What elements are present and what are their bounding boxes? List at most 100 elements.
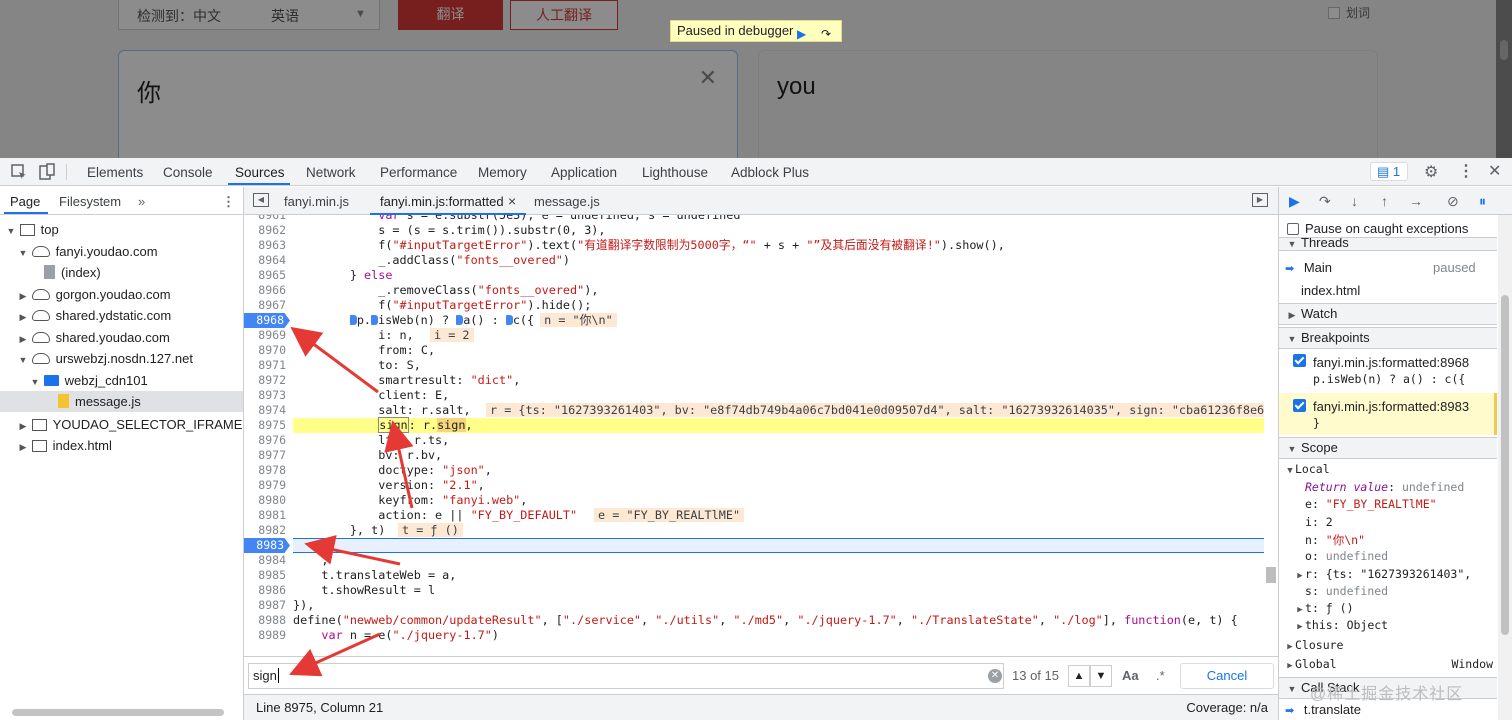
line-number[interactable]: 8980 bbox=[244, 493, 290, 508]
line-number[interactable]: 8962 bbox=[244, 223, 290, 238]
step-icon[interactable]: → bbox=[1409, 193, 1423, 209]
scope-local[interactable]: ▼ Local bbox=[1285, 462, 1329, 476]
tree-item-gorgon[interactable]: ▶ gorgon.youdao.com bbox=[0, 284, 243, 305]
tree-item-webzj-cdn101[interactable]: ▼ webzj_cdn101 bbox=[0, 370, 243, 391]
line-number[interactable]: 8964 bbox=[244, 253, 290, 268]
tab-memory[interactable]: Memory bbox=[478, 165, 527, 180]
more-tabs-icon[interactable]: » bbox=[138, 194, 145, 209]
close-tab-icon[interactable]: × bbox=[508, 193, 516, 209]
toggle-navigator-icon[interactable]: ◀ bbox=[253, 193, 269, 207]
scope-var-return-value[interactable]: Return value: undefined bbox=[1305, 480, 1464, 494]
tree-item-youdao-iframe[interactable]: ▶ YOUDAO_SELECTOR_IFRAME (fan bbox=[0, 414, 243, 435]
breakpoint-item[interactable]: fanyi.min.js:formatted:8968 p.isWeb(n) ?… bbox=[1279, 353, 1497, 393]
line-number[interactable]: 8986 bbox=[244, 583, 290, 598]
tree-item-shared-youdao[interactable]: ▶ shared.youdao.com bbox=[0, 327, 243, 348]
issues-badge[interactable]: ▤ 1 bbox=[1370, 162, 1408, 181]
more-options-icon[interactable]: ⋮ bbox=[1458, 161, 1476, 180]
line-number[interactable]: 8989 bbox=[244, 628, 290, 643]
scope-global[interactable]: ▶ Global Window bbox=[1285, 657, 1493, 671]
tree-item-top[interactable]: ▼ top bbox=[0, 219, 243, 240]
line-number[interactable]: 8972 bbox=[244, 373, 290, 388]
tab-adblock-plus[interactable]: Adblock Plus bbox=[731, 165, 809, 180]
step-into-icon[interactable]: ↓ bbox=[1351, 193, 1358, 209]
deactivate-breakpoints-icon[interactable]: ⊘ bbox=[1447, 193, 1459, 210]
line-number[interactable]: 8982 bbox=[244, 523, 290, 538]
tab-page[interactable]: Page bbox=[10, 194, 40, 209]
line-number[interactable]: 8975 bbox=[244, 418, 290, 433]
tree-item-index[interactable]: (index) bbox=[0, 262, 243, 283]
search-input[interactable]: sign bbox=[248, 663, 1004, 689]
line-number[interactable]: 8973 bbox=[244, 388, 290, 403]
line-number[interactable]: 8978 bbox=[244, 463, 290, 478]
line-number[interactable]: 8965 bbox=[244, 268, 290, 283]
scope-var-this[interactable]: ▶ this: Object bbox=[1295, 618, 1388, 632]
tree-item-fanyi-youdao[interactable]: ▼ fanyi.youdao.com bbox=[0, 241, 243, 262]
line-number[interactable]: 8966 bbox=[244, 283, 290, 298]
breakpoint-checkbox[interactable] bbox=[1293, 354, 1306, 367]
tab-console[interactable]: Console bbox=[163, 165, 213, 180]
tab-network[interactable]: Network bbox=[306, 165, 356, 180]
line-number[interactable]: 8977 bbox=[244, 448, 290, 463]
scope-closure[interactable]: ▶ Closure bbox=[1285, 638, 1343, 652]
line-number[interactable]: 8961 bbox=[244, 215, 290, 223]
tree-item-message-js[interactable]: message.js bbox=[0, 391, 243, 412]
tree-item-shared-ydstatic[interactable]: ▶ shared.ydstatic.com bbox=[0, 305, 243, 326]
device-toolbar-icon[interactable] bbox=[38, 163, 56, 181]
cancel-search-button[interactable]: Cancel bbox=[1180, 663, 1274, 689]
scope-var-i[interactable]: i: 2 bbox=[1305, 515, 1333, 529]
tree-item-index-html[interactable]: ▶ index.html bbox=[0, 435, 243, 456]
line-number[interactable]: 8971 bbox=[244, 358, 290, 373]
sidebar-scrollbar[interactable] bbox=[1498, 215, 1512, 720]
toggle-debugger-icon[interactable]: ▶ bbox=[1252, 193, 1268, 207]
line-number[interactable]: 8983 bbox=[244, 538, 290, 553]
editor-tab-fanyi-formatted[interactable]: fanyi.min.js:formatted bbox=[380, 194, 504, 209]
tree-item-urswebzj[interactable]: ▼ urswebzj.nosdn.127.net bbox=[0, 348, 243, 369]
watch-header[interactable]: ▶ Watch bbox=[1279, 303, 1497, 325]
line-number[interactable]: 8987 bbox=[244, 598, 290, 613]
breakpoint-item-active[interactable]: fanyi.min.js:formatted:8983 } bbox=[1279, 393, 1497, 435]
code-area[interactable]: 8961 8962 8963 8964 8965 8966 8967 8968 8969 8970… bbox=[244, 215, 1264, 645]
more-options-icon[interactable]: ⋮ bbox=[222, 194, 235, 210]
step-out-icon[interactable]: ↑ bbox=[1381, 193, 1388, 209]
tab-sources[interactable]: Sources bbox=[235, 165, 285, 180]
pause-on-exceptions-icon[interactable]: ⏸ bbox=[1479, 193, 1486, 210]
coverage-status[interactable]: Coverage: n/a bbox=[1186, 700, 1268, 715]
line-number[interactable]: 8988 bbox=[244, 613, 290, 628]
line-number[interactable]: 8990 bbox=[244, 643, 290, 645]
tab-filesystem[interactable]: Filesystem bbox=[59, 194, 121, 209]
inspect-element-icon[interactable] bbox=[10, 163, 28, 181]
scope-var-o[interactable]: o: undefined bbox=[1305, 549, 1388, 563]
breakpoints-header[interactable]: ▼ Breakpoints bbox=[1279, 327, 1497, 349]
scope-var-e[interactable]: e: "FY_BY_REALTlME" bbox=[1305, 497, 1437, 511]
page-scrollbar[interactable] bbox=[1500, 40, 1508, 60]
line-number[interactable]: 8974 bbox=[244, 403, 290, 418]
line-number[interactable]: 8981 bbox=[244, 508, 290, 523]
editor-scrollbar[interactable] bbox=[1266, 567, 1276, 583]
thread-index-html[interactable]: index.html bbox=[1279, 280, 1497, 302]
scope-var-r[interactable]: ▶ r: {ts: "1627393261403", bbox=[1295, 567, 1471, 581]
line-number[interactable]: 8984 bbox=[244, 553, 290, 568]
gear-icon[interactable]: ⚙ bbox=[1424, 162, 1442, 181]
resume-icon[interactable]: ▶ bbox=[797, 24, 813, 41]
scope-var-n[interactable]: n: "你\n" bbox=[1305, 532, 1365, 548]
step-over-icon[interactable]: ↷ bbox=[1319, 193, 1331, 210]
thread-main[interactable]: ➡ Main paused bbox=[1279, 257, 1497, 279]
scope-var-s[interactable]: s: undefined bbox=[1305, 584, 1388, 598]
line-number[interactable]: 8963 bbox=[244, 238, 290, 253]
scope-header[interactable]: ▼ Scope bbox=[1279, 437, 1497, 459]
line-number[interactable]: 8985 bbox=[244, 568, 290, 583]
tab-application[interactable]: Application bbox=[551, 165, 617, 180]
tab-elements[interactable]: Elements bbox=[87, 165, 143, 180]
clear-search-icon[interactable]: ✕ bbox=[988, 669, 1002, 683]
line-number[interactable]: 8967 bbox=[244, 298, 290, 313]
close-icon[interactable]: ✕ bbox=[1488, 161, 1506, 180]
regex-button[interactable]: .* bbox=[1156, 668, 1165, 683]
breakpoint-checkbox[interactable] bbox=[1293, 399, 1306, 412]
line-number[interactable]: 8969 bbox=[244, 328, 290, 343]
previous-match-icon[interactable]: ▲ bbox=[1068, 665, 1090, 687]
match-case-button[interactable]: Aa bbox=[1122, 668, 1139, 683]
tab-performance[interactable]: Performance bbox=[380, 165, 457, 180]
tab-lighthouse[interactable]: Lighthouse bbox=[642, 165, 708, 180]
threads-header[interactable]: ▼ Threads bbox=[1279, 237, 1497, 251]
step-over-icon[interactable]: ↷ bbox=[821, 24, 839, 41]
